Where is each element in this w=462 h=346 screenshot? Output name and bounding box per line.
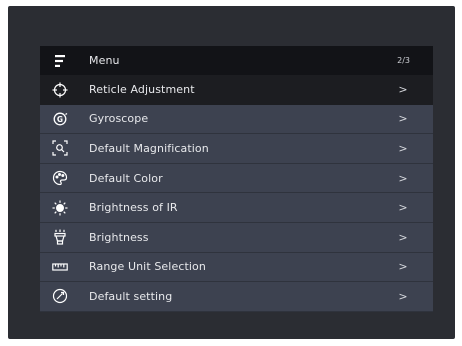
device-screen: Menu 2/3 Reticle Adjustment > G Gyroscop…: [8, 6, 455, 339]
menu-item-label: Default setting: [89, 289, 173, 303]
ruler-icon: [51, 258, 69, 276]
chevron-right-icon: >: [398, 171, 408, 185]
svg-text:G: G: [57, 115, 63, 124]
menu-item-default-color[interactable]: Default Color >: [40, 163, 433, 194]
menu-item-reticle-adjustment[interactable]: Reticle Adjustment >: [40, 75, 433, 105]
menu-item-range-unit-selection[interactable]: Range Unit Selection >: [40, 252, 433, 283]
menu-item-label: Reticle Adjustment: [89, 83, 195, 97]
menu-icon: [51, 52, 69, 70]
menu-item-label: Brightness: [89, 230, 149, 244]
ir-brightness-icon: [51, 199, 69, 217]
gyroscope-icon: G: [51, 110, 69, 128]
palette-icon: [51, 169, 69, 187]
menu-item-default-magnification[interactable]: Default Magnification >: [40, 134, 433, 164]
menu-item-brightness[interactable]: Brightness >: [40, 222, 433, 253]
settings-menu: Menu 2/3 Reticle Adjustment > G Gyroscop…: [40, 46, 433, 312]
menu-item-label: Default Color: [89, 171, 163, 185]
menu-item-label: Brightness of IR: [89, 201, 178, 215]
chevron-right-icon: >: [398, 260, 408, 274]
menu-item-label: Range Unit Selection: [89, 260, 206, 274]
brightness-icon: [51, 228, 69, 246]
menu-item-default-setting[interactable]: Default setting >: [40, 282, 433, 312]
chevron-right-icon: >: [398, 289, 408, 303]
menu-item-label: Default Magnification: [89, 141, 209, 155]
menu-item-label: Gyroscope: [89, 112, 149, 126]
menu-header: Menu 2/3: [40, 46, 433, 75]
menu-item-brightness-of-ir[interactable]: Brightness of IR >: [40, 193, 433, 223]
chevron-right-icon: >: [398, 201, 408, 215]
chevron-right-icon: >: [398, 141, 408, 155]
menu-title: Menu: [89, 54, 120, 67]
menu-item-gyroscope[interactable]: G Gyroscope >: [40, 104, 433, 135]
reset-icon: [51, 287, 69, 305]
crosshair-icon: [51, 81, 69, 99]
chevron-right-icon: >: [398, 230, 408, 244]
magnification-icon: [51, 139, 69, 157]
chevron-right-icon: >: [398, 83, 408, 97]
page-indicator: 2/3: [397, 56, 410, 65]
chevron-right-icon: >: [398, 112, 408, 126]
